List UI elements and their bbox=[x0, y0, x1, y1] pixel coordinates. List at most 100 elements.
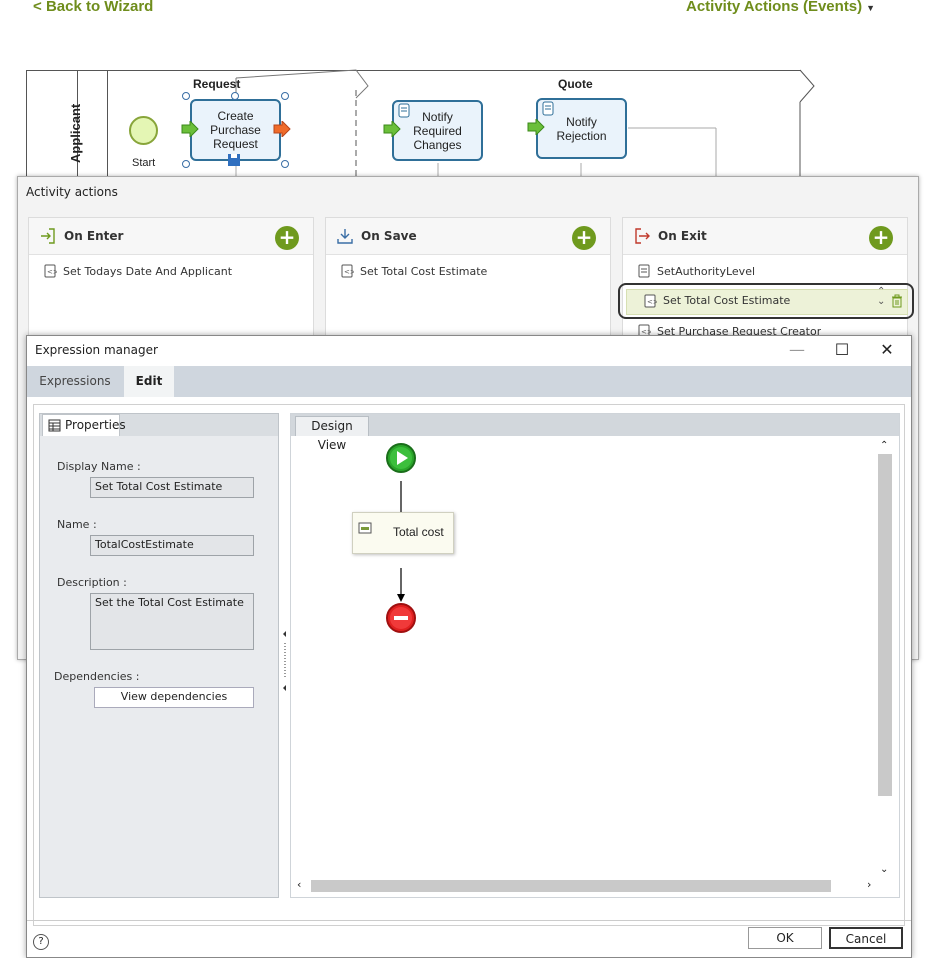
selection-handle[interactable] bbox=[182, 160, 190, 168]
task-label-line: Changes bbox=[413, 137, 462, 152]
footer-divider bbox=[27, 920, 911, 921]
on-exit-header: On Exit + bbox=[623, 218, 907, 255]
scroll-left-icon[interactable]: ‹ bbox=[297, 878, 301, 891]
action-item-label: SetAuthorityLevel bbox=[657, 264, 756, 278]
expression-script-icon: <> bbox=[644, 294, 657, 308]
design-view-tab-header bbox=[291, 414, 899, 436]
action-item-label: Set Total Cost Estimate bbox=[360, 264, 488, 278]
selected-action-item[interactable]: <> Set Total Cost Estimate ⌃ ⌄ bbox=[626, 287, 908, 315]
selected-action-highlight[interactable]: <> Set Total Cost Estimate ⌃ ⌄ bbox=[618, 283, 914, 319]
flow-end-icon[interactable] bbox=[385, 602, 417, 634]
view-dependencies-button[interactable]: View dependencies bbox=[94, 687, 254, 708]
expression-script-icon: <> bbox=[44, 264, 57, 278]
design-view-pane: Design View Total cost ⌃ ⌄ ‹ › bbox=[290, 413, 900, 898]
vertical-scroll-thumb[interactable] bbox=[878, 454, 892, 796]
save-download-icon bbox=[337, 229, 353, 244]
stage-title-request: Request bbox=[193, 77, 241, 91]
properties-tab[interactable]: Properties bbox=[42, 414, 126, 436]
start-label: Start bbox=[132, 157, 156, 169]
description-label: Description : bbox=[57, 576, 127, 589]
display-name-label: Display Name : bbox=[57, 460, 141, 473]
display-name-field[interactable]: Set Total Cost Estimate bbox=[90, 477, 254, 498]
name-field[interactable]: TotalCostEstimate bbox=[90, 535, 254, 556]
activity-actions-title: Activity actions bbox=[26, 185, 118, 199]
calculation-icon bbox=[358, 522, 372, 534]
properties-tab-label: Properties bbox=[65, 418, 126, 432]
task-label-line: Request bbox=[213, 137, 258, 151]
maximize-icon[interactable]: ☐ bbox=[832, 340, 852, 360]
vertical-scrollbar[interactable]: ⌃ ⌄ bbox=[877, 440, 893, 880]
horizontal-scroll-thumb[interactable] bbox=[311, 880, 831, 892]
action-item-label: Set Todays Date And Applicant bbox=[63, 264, 233, 278]
expression-manager-title: Expression manager bbox=[35, 343, 158, 357]
reorder-arrows-icon[interactable]: ⌃ ⌄ bbox=[877, 287, 885, 307]
scroll-up-icon[interactable]: ⌃ bbox=[880, 440, 888, 451]
activity-actions-menu[interactable]: Activity Actions (Events) ▼ bbox=[686, 0, 875, 15]
expression-manager-dialog: Expression manager — ☐ ✕ Expressions Edi… bbox=[26, 335, 912, 958]
svg-text:<>: <> bbox=[647, 298, 657, 306]
add-on-save-button[interactable]: + bbox=[572, 226, 596, 250]
on-enter-title: On Enter bbox=[64, 229, 124, 243]
properties-pane: Properties Display Name : Set Total Cost… bbox=[39, 413, 279, 898]
on-enter-header: On Enter + bbox=[29, 218, 313, 255]
scroll-right-icon[interactable]: › bbox=[867, 878, 871, 891]
tab-expressions[interactable]: Expressions bbox=[35, 366, 115, 397]
add-on-exit-button[interactable]: + bbox=[869, 226, 893, 250]
action-item-label: Set Total Cost Estimate bbox=[663, 294, 791, 307]
selection-handle[interactable] bbox=[182, 92, 190, 100]
selection-handle[interactable] bbox=[281, 92, 289, 100]
task-create-purchase-request[interactable]: Create Purchase Request bbox=[190, 99, 281, 161]
properties-grid-icon bbox=[48, 419, 61, 432]
task-label-line: Notify bbox=[566, 114, 597, 129]
task-label-line: Rejection bbox=[556, 128, 607, 143]
stage-title-quote: Quote bbox=[558, 77, 593, 91]
design-view-tab[interactable]: Design View bbox=[295, 416, 369, 452]
caret-down-icon: ▼ bbox=[866, 3, 876, 13]
back-to-wizard-label: Back to Wizard bbox=[45, 0, 154, 15]
flow-start-icon[interactable] bbox=[385, 442, 417, 474]
chevron-left-icon: < bbox=[33, 0, 42, 15]
action-item[interactable]: <> Set Total Cost Estimate bbox=[340, 260, 487, 282]
cancel-button[interactable]: Cancel bbox=[829, 927, 903, 949]
notification-scroll-icon bbox=[398, 103, 410, 118]
action-item[interactable]: SetAuthorityLevel bbox=[637, 260, 755, 282]
expression-script-icon: <> bbox=[341, 264, 354, 278]
description-field[interactable]: Set the Total Cost Estimate bbox=[90, 593, 254, 650]
task-label-line: Required bbox=[413, 123, 462, 138]
selection-handle[interactable] bbox=[281, 160, 289, 168]
edit-content: Properties Display Name : Set Total Cost… bbox=[33, 404, 905, 926]
trash-icon[interactable] bbox=[891, 294, 903, 308]
incoming-arrow-icon bbox=[181, 121, 199, 137]
scroll-down-icon[interactable]: ⌄ bbox=[880, 864, 888, 875]
close-icon[interactable]: ✕ bbox=[877, 340, 897, 360]
start-event[interactable] bbox=[129, 116, 158, 145]
outgoing-arrow-icon[interactable] bbox=[272, 121, 292, 137]
horizontal-scrollbar[interactable]: ‹ › bbox=[295, 878, 879, 894]
splitter-handle[interactable] bbox=[282, 413, 288, 896]
notification-scroll-icon bbox=[542, 101, 554, 116]
on-save-header: On Save + bbox=[326, 218, 610, 255]
help-icon[interactable]: ? bbox=[33, 934, 49, 950]
dependencies-label: Dependencies : bbox=[54, 670, 140, 683]
action-item[interactable]: <> Set Todays Date And Applicant bbox=[43, 260, 232, 282]
lane-label: Applicant bbox=[68, 103, 83, 163]
selection-handle[interactable] bbox=[231, 92, 239, 100]
incoming-arrow-icon bbox=[383, 121, 401, 137]
activity-actions-menu-label: Activity Actions (Events) bbox=[686, 0, 863, 15]
task-label-line: Purchase bbox=[210, 123, 261, 137]
on-exit-title: On Exit bbox=[658, 229, 707, 243]
incoming-arrow-icon bbox=[527, 119, 545, 135]
minimize-icon[interactable]: — bbox=[787, 340, 807, 360]
enter-icon bbox=[41, 228, 55, 244]
flow-task-node[interactable]: Total cost bbox=[352, 512, 454, 554]
tab-bar: Expressions Edit bbox=[27, 366, 911, 397]
exit-icon bbox=[635, 228, 650, 244]
svg-text:<>: <> bbox=[47, 268, 57, 276]
tab-edit[interactable]: Edit bbox=[124, 366, 174, 397]
back-to-wizard-link[interactable]: < Back to Wizard bbox=[33, 0, 153, 15]
flow-task-label: Total cost bbox=[393, 525, 444, 539]
on-save-title: On Save bbox=[361, 229, 417, 243]
ok-button[interactable]: OK bbox=[748, 927, 822, 949]
save-disk-icon bbox=[228, 154, 240, 166]
add-on-enter-button[interactable]: + bbox=[275, 226, 299, 250]
